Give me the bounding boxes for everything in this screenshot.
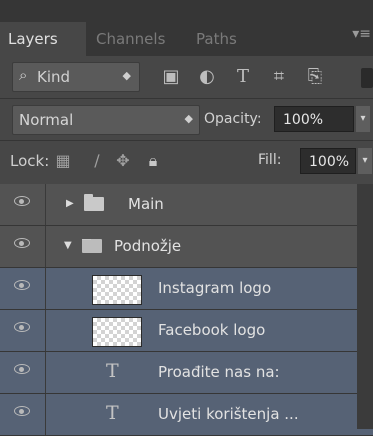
eye-icon — [14, 322, 30, 332]
shape-layer-filter-icon[interactable]: ⌗ — [268, 66, 290, 88]
spinner-arrows-icon: ◆ — [122, 69, 131, 82]
lock-position-icon[interactable]: ✥ — [112, 150, 134, 172]
layer-name: Uvjeti korištenja ... — [158, 405, 299, 423]
filter-row: ⌕ Kind ◆ ▣ ◐ T ⌗ ⎘ — [0, 56, 373, 98]
type-layer-icon: T — [106, 402, 119, 424]
visibility-toggle[interactable] — [0, 268, 46, 309]
visibility-toggle[interactable] — [0, 226, 46, 267]
folder-icon — [84, 194, 104, 211]
layer-row-facebook-logo[interactable]: Facebook logo — [0, 310, 373, 352]
layer-name: Facebook logo — [158, 321, 266, 339]
eye-icon — [14, 196, 30, 206]
layer-row-instagram-logo[interactable]: Instagram logo — [0, 268, 373, 310]
layer-name: Instagram logo — [158, 279, 272, 297]
panel-tab-bar: Layers Channels Paths ▾≡ — [0, 0, 373, 56]
tab-layers[interactable]: Layers — [8, 30, 58, 48]
blend-mode-value: Normal — [19, 111, 74, 129]
fill-input[interactable]: 100% — [300, 148, 356, 174]
open-folder-icon — [82, 239, 102, 253]
layers-list: ▶ Main ▼ Podnožje Instagram logo Faceboo… — [0, 184, 373, 436]
layers-panel: Layers Channels Paths ▾≡ ⌕ Kind ◆ ▣ ◐ T … — [0, 0, 373, 436]
smart-object-filter-icon[interactable]: ⎘ — [304, 66, 326, 88]
layer-row-podnozje[interactable]: ▼ Podnožje — [0, 226, 373, 268]
lock-all-icon[interactable]: 🔒︎ — [142, 150, 164, 172]
layer-thumbnail — [92, 317, 142, 347]
fill-dropdown-button[interactable]: ▾ — [358, 148, 372, 174]
type-layer-filter-icon[interactable]: T — [232, 66, 254, 88]
type-layer-icon: T — [106, 360, 119, 382]
lock-label: Lock: — [10, 152, 50, 170]
opacity-input[interactable]: 100% — [274, 106, 354, 132]
lock-row: Lock: ▦ ∕ ✥ 🔒︎ Fill: 100% ▾ — [0, 140, 373, 182]
eye-icon — [14, 364, 30, 374]
collapse-arrow-icon[interactable]: ▼ — [64, 240, 72, 251]
layer-name: Main — [128, 195, 164, 213]
blend-mode-select[interactable]: Normal ◆ — [12, 105, 200, 135]
adjustment-layer-filter-icon[interactable]: ◐ — [196, 66, 218, 88]
opacity-dropdown-button[interactable]: ▾ — [356, 106, 370, 132]
layer-row-uvjeti-koristenja[interactable]: T Uvjeti korištenja ... — [0, 394, 373, 436]
layer-name: Proađite nas na: — [158, 363, 280, 381]
eye-icon — [14, 238, 30, 248]
tab-channels[interactable]: Channels — [96, 30, 165, 48]
eye-icon — [14, 280, 30, 290]
layer-row-main[interactable]: ▶ Main — [0, 184, 373, 226]
opacity-label: Opacity: — [204, 111, 262, 127]
filter-kind-label: Kind — [37, 68, 71, 86]
layers-scrollbar[interactable] — [357, 184, 373, 429]
visibility-toggle[interactable] — [0, 310, 46, 351]
blend-row: Normal ◆ Opacity: 100% ▾ — [0, 98, 373, 140]
layer-thumbnail — [92, 275, 142, 305]
eye-icon — [14, 406, 30, 416]
filter-toggle-switch[interactable] — [361, 68, 373, 88]
layer-row-proadite-nas-na[interactable]: T Proađite nas na: — [0, 352, 373, 394]
search-icon: ⌕ — [19, 66, 28, 84]
spinner-arrows-icon: ◆ — [184, 112, 193, 125]
layer-name: Podnožje — [114, 237, 182, 255]
tab-paths[interactable]: Paths — [196, 30, 237, 48]
fill-label: Fill: — [258, 152, 282, 168]
filter-kind-select[interactable]: ⌕ Kind ◆ — [12, 62, 140, 92]
expand-arrow-icon[interactable]: ▶ — [66, 198, 74, 209]
visibility-toggle[interactable] — [0, 352, 46, 393]
lock-image-pixels-icon[interactable]: ∕ — [86, 150, 108, 172]
pixel-layer-filter-icon[interactable]: ▣ — [160, 66, 182, 88]
lock-transparent-pixels-icon[interactable]: ▦ — [52, 150, 74, 172]
visibility-toggle[interactable] — [0, 184, 46, 225]
panel-menu-icon[interactable]: ▾≡ — [352, 26, 371, 42]
